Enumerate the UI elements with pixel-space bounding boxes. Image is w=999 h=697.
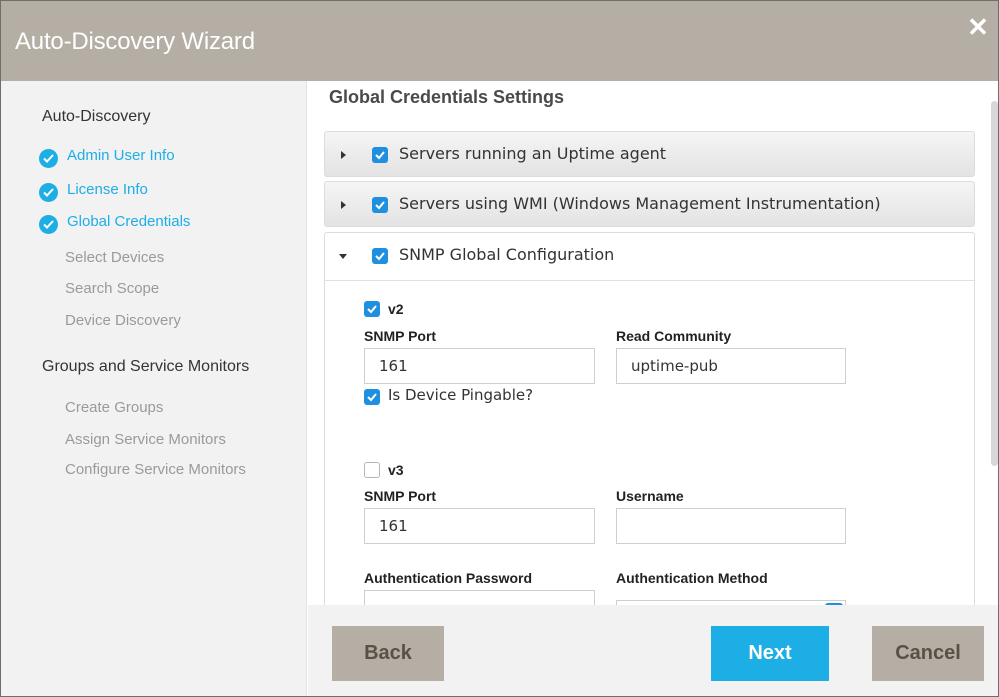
sidebar-step-configure-service-monitors: Configure Service Monitors bbox=[65, 461, 246, 478]
sidebar-heading-groups-service-monitors: Groups and Service Monitors bbox=[42, 358, 250, 375]
chevron-right-icon[interactable] bbox=[341, 151, 346, 159]
window-title: Auto-Discovery Wizard bbox=[15, 28, 255, 55]
panel-header[interactable]: Servers using WMI (Windows Management In… bbox=[325, 182, 974, 228]
close-icon[interactable]: ✕ bbox=[966, 14, 990, 40]
read-community-input[interactable]: uptime-pub bbox=[616, 348, 846, 384]
wizard-steps-sidebar: Auto-Discovery Admin User Info License I… bbox=[1, 81, 307, 696]
sidebar-step-label: License Info bbox=[67, 181, 148, 198]
panel-label: Servers running an Uptime agent bbox=[399, 144, 667, 163]
panel-uptime-agent[interactable]: Servers running an Uptime agent bbox=[324, 131, 975, 177]
sidebar-heading-auto-discovery: Auto-Discovery bbox=[42, 108, 151, 125]
check-circle-icon bbox=[39, 149, 58, 168]
auth-method-label: Authentication Method bbox=[616, 570, 768, 586]
v3-snmp-port-label: SNMP Port bbox=[364, 488, 437, 504]
wizard-footer: Back Next Cancel bbox=[308, 605, 998, 696]
back-button[interactable]: Back bbox=[332, 626, 444, 681]
v2-checkbox[interactable] bbox=[364, 301, 380, 317]
v2-snmp-port-input[interactable]: 161 bbox=[364, 348, 595, 384]
pingable-label: Is Device Pingable? bbox=[388, 386, 534, 404]
title-bar: Auto-Discovery Wizard ✕ bbox=[1, 1, 998, 81]
auth-password-input[interactable] bbox=[364, 590, 595, 605]
username-input[interactable] bbox=[616, 508, 846, 544]
sidebar-step-license-info[interactable]: License Info bbox=[39, 181, 148, 202]
panel-snmp: SNMP Global Configuration v2 SNMP Port R… bbox=[324, 232, 975, 605]
panel-label: Servers using WMI (Windows Management In… bbox=[399, 194, 881, 213]
page-title: Global Credentials Settings bbox=[329, 87, 565, 107]
main-content: Global Credentials Settings Servers runn… bbox=[308, 81, 998, 605]
check-circle-icon bbox=[39, 183, 58, 202]
next-button[interactable]: Next bbox=[711, 626, 829, 681]
sidebar-step-create-groups: Create Groups bbox=[65, 399, 164, 416]
v3-snmp-port-input[interactable]: 161 bbox=[364, 508, 595, 544]
sidebar-step-select-devices: Select Devices bbox=[65, 249, 165, 266]
sidebar-step-label: Admin User Info bbox=[67, 147, 175, 164]
panel-checkbox-wmi[interactable] bbox=[372, 197, 388, 213]
sidebar-step-search-scope: Search Scope bbox=[65, 280, 160, 297]
v2-snmp-port-label: SNMP Port bbox=[364, 328, 437, 344]
pingable-checkbox[interactable] bbox=[364, 389, 380, 405]
sidebar-step-device-discovery: Device Discovery bbox=[65, 312, 181, 329]
wizard-dialog: Auto-Discovery Wizard ✕ Auto-Discovery A… bbox=[0, 0, 999, 697]
auth-password-label: Authentication Password bbox=[364, 570, 533, 586]
sidebar-step-global-credentials[interactable]: Global Credentials bbox=[39, 213, 191, 234]
read-community-label: Read Community bbox=[616, 328, 732, 344]
v2-label: v2 bbox=[388, 301, 404, 317]
panel-label: SNMP Global Configuration bbox=[399, 245, 615, 264]
scrollbar[interactable] bbox=[991, 101, 998, 466]
username-label: Username bbox=[616, 488, 684, 504]
sidebar-step-assign-service-monitors: Assign Service Monitors bbox=[65, 431, 226, 448]
panel-wmi[interactable]: Servers using WMI (Windows Management In… bbox=[324, 181, 975, 227]
panel-checkbox-snmp[interactable] bbox=[372, 248, 388, 264]
cancel-button[interactable]: Cancel bbox=[872, 626, 984, 681]
panel-checkbox-uptime-agent[interactable] bbox=[372, 147, 388, 163]
chevron-down-icon[interactable] bbox=[339, 254, 347, 259]
chevron-right-icon[interactable] bbox=[341, 201, 346, 209]
panel-header[interactable]: SNMP Global Configuration bbox=[325, 233, 974, 281]
sidebar-step-admin-user-info[interactable]: Admin User Info bbox=[39, 147, 175, 168]
panel-header[interactable]: Servers running an Uptime agent bbox=[325, 132, 974, 178]
check-circle-icon bbox=[39, 215, 58, 234]
v3-checkbox[interactable] bbox=[364, 462, 380, 478]
sidebar-step-label: Global Credentials bbox=[67, 213, 191, 230]
v3-label: v3 bbox=[388, 462, 404, 478]
